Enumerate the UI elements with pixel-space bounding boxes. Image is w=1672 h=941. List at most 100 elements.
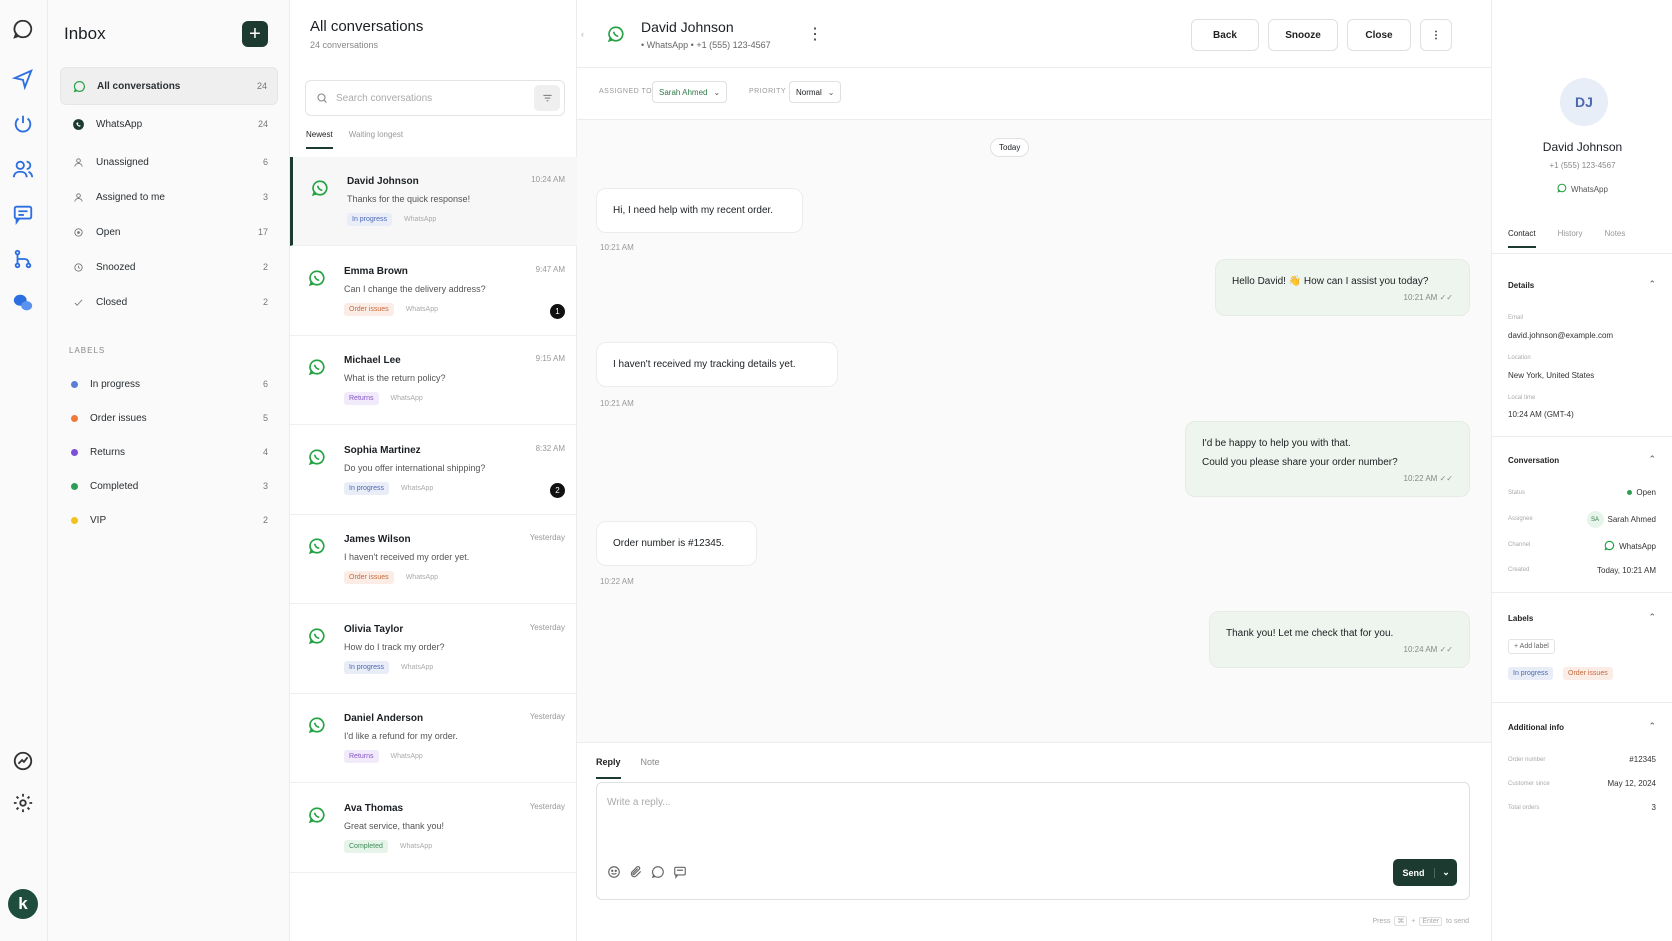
more-options-icon[interactable]: ⋮ [805,24,825,44]
hint-text: to send [1446,918,1469,925]
whatsapp-icon [71,80,87,93]
label-item-label: Completed [90,480,139,492]
add-label-button[interactable]: + Add label [1508,639,1555,654]
back-button[interactable]: Back [1191,19,1259,51]
tab-reply[interactable]: Reply [596,757,621,779]
message-outgoing: Thank you! Let me check that for you. 10… [1209,611,1470,668]
message-text-line-2: Could you please share your order number… [1202,457,1398,468]
sidebar-item-open[interactable]: Open 17 [60,213,278,251]
reply-box: Send ⌄ [596,782,1470,900]
label-item-order-issues[interactable]: Order issues 5 [60,399,278,437]
whatsapp-icon [308,806,326,829]
email-value: david.johnson@example.com [1508,331,1614,340]
divider [1492,592,1672,593]
attachment-icon[interactable] [629,865,643,884]
contact-tabs: Contact History Notes [1508,229,1647,248]
reply-input[interactable] [607,797,1307,827]
clock-icon [70,262,86,273]
unread-badge: 1 [550,303,565,319]
conversation-channel: WhatsApp [399,842,433,850]
label-item-completed[interactable]: Completed 3 [60,467,278,505]
label-tag[interactable]: In progress [1508,667,1554,680]
conversation-row[interactable]: Emma Brown 9:47 AM Can I change the delive… [290,247,577,336]
flow-icon[interactable] [10,246,36,272]
sidebar-item-snoozed[interactable]: Snoozed 2 [60,248,278,286]
icon-rail: k [0,0,48,941]
sidebar-item-whatsapp[interactable]: WhatsApp 24 [60,105,278,143]
search-input[interactable] [336,92,516,104]
whatsapp-icon [308,448,326,471]
label-item-vip[interactable]: VIP 2 [60,501,278,539]
sidebar-item-label: All conversations [97,80,181,92]
message-time: 10:24 AM [1403,645,1438,654]
assignee-value: SA Sarah Ahmed [1586,511,1656,528]
label-color-dot [70,516,78,524]
tab-contact[interactable]: Contact [1508,229,1536,248]
chat-icon[interactable] [10,201,36,227]
conversation-row[interactable]: James Wilson Yesterday I haven't received … [290,515,577,604]
chevron-up-icon[interactable]: ⌃ [1648,279,1656,290]
tab-history[interactable]: History [1558,229,1583,248]
app-logo-icon[interactable] [10,16,36,42]
user-avatar[interactable]: k [8,889,38,919]
conversation-label-tag: In progress [344,481,390,495]
check-icon [70,297,86,308]
conversation-row[interactable]: Ava Thomas Yesterday Great service, thank … [290,784,577,873]
snooze-button[interactable]: Snooze [1268,19,1338,51]
filter-button[interactable] [534,85,560,111]
conversation-label-tag: In progress [344,660,390,674]
double-check-icon: ✓✓ [1439,474,1453,483]
conversation-time: Yesterday [529,533,565,542]
contacts-icon[interactable] [10,156,36,182]
message-outgoing: I'd be happy to help you with that. Coul… [1185,421,1470,497]
conversation-row[interactable]: Olivia Taylor Yesterday How do I track my … [290,605,577,694]
label-item-count: 4 [262,447,268,457]
chevron-up-icon[interactable]: ⌃ [1648,721,1656,732]
settings-gear-icon[interactable] [10,790,36,816]
label-tag[interactable]: Order issues [1563,667,1613,680]
total-orders-label: Total orders [1508,805,1540,811]
sidebar-item-label: Snoozed [96,261,136,273]
close-button[interactable]: Close [1347,19,1411,51]
sidebar-item-assigned-to-me[interactable]: Assigned to me 3 [60,178,278,216]
send-button[interactable]: Send [1393,867,1435,878]
sidebar-item-label: Assigned to me [96,191,165,203]
label-item-count: 6 [262,379,268,389]
conversation-row[interactable]: David Johnson 10:24 AM Thanks for the quic… [290,157,577,246]
wechat-icon[interactable] [10,290,36,316]
analytics-icon[interactable] [10,748,36,774]
sort-tab-waiting-longest[interactable]: Waiting longest [349,130,403,149]
conversation-channel: WhatsApp [401,663,434,671]
sidebar-item-count: 3 [262,192,268,202]
order-number-label: Order number [1508,757,1546,763]
canned-response-icon[interactable] [673,865,687,884]
whatsapp-filled-icon [70,118,86,131]
tab-note[interactable]: Note [641,757,660,779]
sidebar-item-all-conversations[interactable]: All conversations 24 [60,67,278,105]
sidebar-item-unassigned[interactable]: Unassigned 6 [60,143,278,181]
chevron-up-icon[interactable]: ⌃ [1648,454,1656,465]
conversation-row[interactable]: Daniel Anderson Yesterday I'd like a refun… [290,694,577,783]
contact-meta: • WhatsApp • +1 (555) 123-4567 [641,40,771,50]
power-icon[interactable] [10,111,36,137]
sidebar-item-closed[interactable]: Closed 2 [60,283,278,321]
label-item-returns[interactable]: Returns 4 [60,433,278,471]
conversation-row[interactable]: Sophia Martinez 8:32 AM Do you offer inter… [290,426,577,515]
header-more-button[interactable]: ⋮ [1420,19,1452,51]
send-icon[interactable] [10,66,36,92]
whatsapp-icon [308,716,326,739]
new-conversation-button[interactable]: + [242,21,268,47]
conversation-preview: How do I track my order? [344,641,445,652]
conversation-label-tag: Order issues [344,302,394,316]
send-options-chevron-icon[interactable]: ⌄ [1435,867,1457,878]
sort-tab-newest[interactable]: Newest [306,130,333,149]
conversation-row[interactable]: Michael Lee 9:15 AM What is the return pol… [290,336,577,425]
emoji-icon[interactable] [607,865,621,884]
assignee-dropdown[interactable]: Sarah Ahmed ⌄ [652,81,728,103]
tab-notes[interactable]: Notes [1604,229,1625,248]
whatsapp-template-icon[interactable] [651,865,665,884]
collapse-chevron-icon[interactable]: ‹ [581,29,584,39]
chevron-up-icon[interactable]: ⌃ [1648,612,1656,623]
label-item-in-progress[interactable]: In progress 6 [60,365,278,403]
priority-dropdown[interactable]: Normal ⌄ [789,81,842,103]
